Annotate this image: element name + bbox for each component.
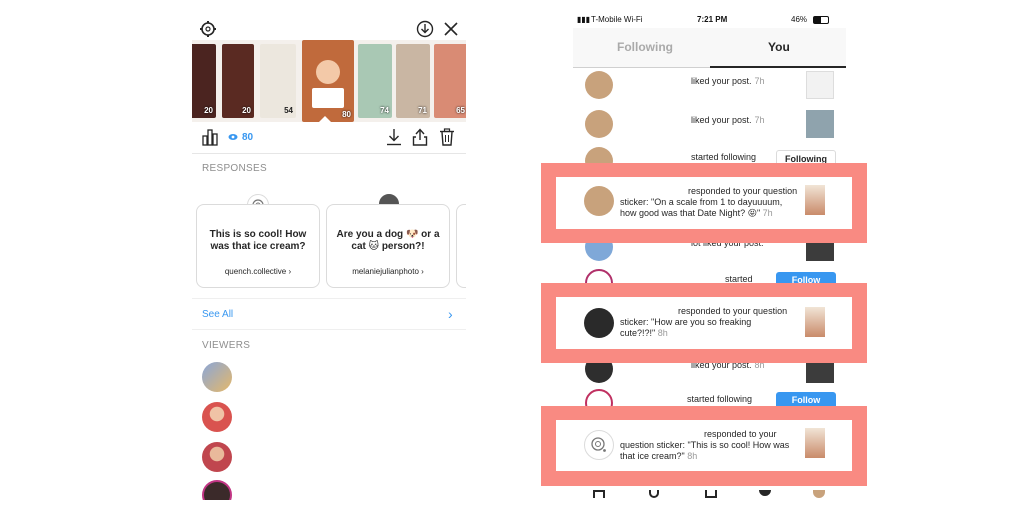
notification-text: started following <box>687 394 753 404</box>
view-count: 20 <box>204 106 213 115</box>
responses-header: RESPONSES <box>202 163 267 174</box>
highlighted-notification[interactable]: responded to your question sticker: "On … <box>556 177 852 229</box>
home-icon[interactable] <box>593 490 605 498</box>
chevron-right-icon[interactable]: › <box>448 306 453 322</box>
avatar[interactable] <box>584 186 614 216</box>
highlight-response-2: responded to your question sticker: "How… <box>541 283 867 363</box>
notification-text: liked your post. 7h <box>691 115 765 125</box>
chevron-right-icon: › <box>288 267 292 276</box>
notification-row[interactable]: liked your post. 7h <box>573 105 846 145</box>
notification-row[interactable]: liked your post. 7h <box>573 66 846 106</box>
story-thumbnail-strip: 20 20 54 80 74 71 65 <box>192 40 466 122</box>
notification-text: liked your post. 7h <box>691 76 765 86</box>
settings-icon[interactable] <box>199 20 217 38</box>
see-all-row[interactable]: See All › <box>192 298 466 330</box>
viewer-count[interactable]: 80 <box>242 132 253 143</box>
download-icon[interactable] <box>386 128 402 146</box>
status-bar: ▮▮▮ T-Mobile Wi-Fi 7:21 PM 46% <box>573 12 846 28</box>
viewer-avatar[interactable] <box>202 480 232 500</box>
view-count: 71 <box>418 106 427 115</box>
signal-icon: ▮▮▮ <box>577 15 591 24</box>
activity-heart-icon[interactable] <box>759 490 771 496</box>
battery-label: 46% <box>791 15 808 24</box>
see-all-link[interactable]: See All <box>202 309 233 320</box>
response-card-partial[interactable] <box>456 204 466 288</box>
battery-icon <box>813 16 829 24</box>
post-thumbnail[interactable] <box>805 185 825 215</box>
avatar[interactable] <box>585 110 613 138</box>
carrier-label: T-Mobile Wi-Fi <box>591 15 643 24</box>
trash-icon[interactable] <box>439 128 455 146</box>
story-thumbnail[interactable]: 74 <box>358 44 392 118</box>
post-thumbnail[interactable] <box>806 110 834 138</box>
search-icon[interactable] <box>649 490 659 498</box>
question-sticker-icon[interactable] <box>584 430 614 460</box>
story-thumbnail[interactable]: 20 <box>192 44 216 118</box>
activity-tabs: Following You <box>573 28 846 68</box>
profile-avatar-icon[interactable] <box>813 490 825 498</box>
view-count: 20 <box>242 106 251 115</box>
bottom-tab-bar <box>573 490 846 500</box>
post-thumbnail[interactable] <box>805 307 825 337</box>
clock: 7:21 PM <box>697 15 728 24</box>
view-count: 80 <box>342 110 351 119</box>
notification-text: started following <box>691 152 757 162</box>
response-question: Are you a dog 🐶 or a cat 🐱 person?! <box>336 229 440 252</box>
notification-text: responded to your question sticker: "Thi… <box>620 429 790 461</box>
save-story-icon[interactable] <box>416 20 434 38</box>
add-post-icon[interactable] <box>705 490 717 498</box>
highlight-response-3: responded to your question sticker: "Thi… <box>541 406 867 486</box>
tab-you[interactable]: You <box>768 40 790 54</box>
notification-text: responded to your question sticker: "How… <box>620 306 788 338</box>
notification-text: responded to your question sticker: "On … <box>620 186 798 218</box>
chevron-right-icon: › <box>421 267 424 276</box>
story-thumbnail[interactable]: 20 <box>222 44 254 118</box>
eye-icon <box>228 133 238 141</box>
viewer-avatar[interactable] <box>202 442 232 472</box>
highlight-response-1: responded to your question sticker: "On … <box>541 163 867 243</box>
post-thumbnail[interactable] <box>805 428 825 458</box>
response-username[interactable]: melaniejulianphoto › <box>327 267 449 276</box>
view-count: 65 <box>456 106 465 115</box>
avatar[interactable] <box>584 308 614 338</box>
story-viewer-panel: 20 20 54 80 74 71 65 80 RESPONSES This i… <box>192 14 466 500</box>
highlighted-notification[interactable]: responded to your question sticker: "How… <box>556 297 852 349</box>
post-thumbnail[interactable] <box>806 71 834 99</box>
viewer-avatar[interactable] <box>202 402 232 432</box>
avatar[interactable] <box>585 71 613 99</box>
story-thumbnail[interactable]: 54 <box>260 44 296 118</box>
close-icon[interactable] <box>442 20 460 38</box>
viewer-avatar[interactable] <box>202 362 232 392</box>
response-username[interactable]: quench.collective › <box>197 267 319 276</box>
selected-caret <box>318 116 332 123</box>
share-icon[interactable] <box>412 128 428 146</box>
view-count: 74 <box>380 106 389 115</box>
insights-icon[interactable] <box>202 128 218 146</box>
story-action-bar: 80 <box>192 124 466 154</box>
response-card[interactable]: Are you a dog 🐶 or a cat 🐱 person?! mela… <box>326 204 450 288</box>
story-thumbnail-selected[interactable]: 80 <box>302 40 354 122</box>
view-count: 54 <box>284 106 293 115</box>
story-thumbnail[interactable]: 65 <box>434 44 466 118</box>
response-card[interactable]: This is so cool! How was that ice cream?… <box>196 204 320 288</box>
story-thumbnail[interactable]: 71 <box>396 44 430 118</box>
highlighted-notification[interactable]: responded to your question sticker: "Thi… <box>556 420 852 471</box>
viewers-header: VIEWERS <box>202 340 251 351</box>
response-question: This is so cool! How was that ice cream? <box>209 229 307 252</box>
tab-following[interactable]: Following <box>617 40 673 54</box>
